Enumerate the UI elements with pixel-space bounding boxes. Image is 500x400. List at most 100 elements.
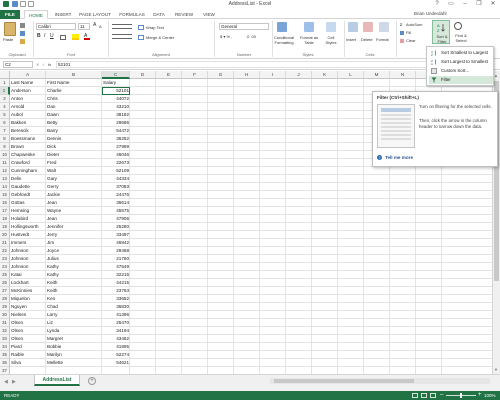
row-header[interactable]: 17: [0, 207, 10, 215]
row-header[interactable]: 25: [0, 271, 10, 279]
wrap-text-button[interactable]: Wrap Text: [146, 25, 164, 30]
italic-button[interactable]: I: [44, 34, 45, 39]
insert-function-button[interactable]: fx: [48, 62, 51, 67]
salary-cell[interactable]: 43210: [102, 103, 130, 111]
clear-icon[interactable]: [400, 39, 404, 43]
row-header[interactable]: 4: [0, 103, 10, 111]
salary-cell[interactable]: 41895: [102, 343, 130, 351]
salary-cell[interactable]: 25470: [102, 319, 130, 327]
last-name-cell[interactable]: Olson: [10, 335, 46, 343]
last-name-cell[interactable]: Olson: [10, 319, 46, 327]
row-header[interactable]: 32: [0, 327, 10, 335]
tab-page-layout[interactable]: PAGE LAYOUT: [77, 10, 113, 19]
zoom-in-icon[interactable]: +: [478, 391, 482, 400]
header-cell[interactable]: Last Name: [10, 79, 46, 87]
help-button[interactable]: ?: [430, 0, 444, 8]
first-name-cell[interactable]: Charlie: [46, 87, 102, 95]
user-name[interactable]: Brian Underdahl: [414, 11, 447, 16]
last-name-cell[interactable]: Gebhardt: [10, 191, 46, 199]
salary-cell[interactable]: 33497: [102, 231, 130, 239]
first-name-cell[interactable]: Lynda: [46, 327, 102, 335]
first-name-cell[interactable]: Kathy: [46, 271, 102, 279]
first-name-cell[interactable]: Jerry: [46, 231, 102, 239]
first-name-cell[interactable]: Fred: [46, 159, 102, 167]
salary-cell[interactable]: 43462: [102, 335, 130, 343]
row-header[interactable]: 36: [0, 359, 10, 367]
first-name-cell[interactable]: Barry: [46, 127, 102, 135]
header-cell[interactable]: First Name: [46, 79, 102, 87]
last-name-cell[interactable]: Gaudette: [10, 183, 46, 191]
font-size-select[interactable]: 11: [78, 23, 90, 30]
row-header[interactable]: 18: [0, 215, 10, 223]
last-name-cell[interactable]: Nielsen: [10, 311, 46, 319]
underline-button[interactable]: U: [50, 34, 54, 39]
font-color-icon[interactable]: A: [84, 34, 90, 40]
row-header[interactable]: 30: [0, 311, 10, 319]
column-header[interactable]: C: [102, 71, 130, 79]
paste-icon[interactable]: [4, 22, 16, 36]
sheet-tab-addresslist[interactable]: AddressList: [34, 375, 80, 386]
salary-cell[interactable]: 24476: [102, 191, 130, 199]
row-header[interactable]: 5: [0, 111, 10, 119]
first-name-cell[interactable]: Walt: [46, 167, 102, 175]
salary-cell[interactable]: 54621: [102, 359, 130, 367]
column-header[interactable]: J: [286, 71, 312, 79]
last-name-cell[interactable]: Holabird: [10, 215, 46, 223]
salary-cell[interactable]: 44334: [102, 175, 130, 183]
first-name-cell[interactable]: Keith: [46, 287, 102, 295]
salary-cell[interactable]: 52109: [102, 167, 130, 175]
horizontal-scrollbar[interactable]: [270, 378, 490, 384]
salary-cell[interactable]: 29468: [102, 247, 130, 255]
first-name-cell[interactable]: Jean: [46, 215, 102, 223]
first-name-cell[interactable]: Jennifer: [46, 223, 102, 231]
salary-cell[interactable]: 47906: [102, 215, 130, 223]
row-header[interactable]: 21: [0, 239, 10, 247]
grow-font-icon[interactable]: A: [93, 23, 96, 28]
last-name-cell[interactable]: Hustvedt: [10, 231, 46, 239]
first-name-cell[interactable]: Dennis: [46, 135, 102, 143]
copy-icon[interactable]: [20, 31, 25, 36]
last-name-cell[interactable]: Johnson: [10, 263, 46, 271]
first-name-cell[interactable]: Gerry: [46, 183, 102, 191]
menu-item-custom-sort[interactable]: Custom Sort...: [429, 67, 493, 75]
row-header[interactable]: 24: [0, 263, 10, 271]
menu-item-sort-ascending[interactable]: AZ Sort Smallest to Largest: [429, 49, 493, 57]
tab-home[interactable]: HOME: [24, 10, 48, 19]
help-icon[interactable]: ?: [377, 155, 382, 160]
ribbon-options-button[interactable]: ▭: [444, 0, 458, 8]
first-name-cell[interactable]: Jean: [46, 199, 102, 207]
column-header[interactable]: D: [130, 71, 156, 79]
last-name-cell[interactable]: Cunningham: [10, 167, 46, 175]
first-name-cell[interactable]: Marilyn: [46, 351, 102, 359]
format-cells-button[interactable]: Format: [376, 37, 389, 42]
first-name-cell[interactable]: Gary: [46, 175, 102, 183]
save-icon[interactable]: [12, 1, 18, 7]
column-header[interactable]: A: [10, 71, 46, 79]
row-header[interactable]: 22: [0, 247, 10, 255]
row-header[interactable]: 12: [0, 167, 10, 175]
align-left-icon[interactable]: [112, 34, 132, 39]
column-header[interactable]: F: [182, 71, 208, 79]
font-name-select[interactable]: Calibri: [36, 23, 76, 30]
number-format-select[interactable]: General: [219, 23, 269, 30]
salary-cell[interactable]: 21760: [102, 255, 130, 263]
column-header[interactable]: E: [156, 71, 182, 79]
last-name-cell[interactable]: Brown: [10, 143, 46, 151]
salary-cell[interactable]: 46046: [102, 151, 130, 159]
last-name-cell[interactable]: Nguyen: [10, 303, 46, 311]
last-name-cell[interactable]: Berescik: [10, 127, 46, 135]
first-name-cell[interactable]: Julius: [46, 255, 102, 263]
page-layout-view-icon[interactable]: [421, 393, 427, 398]
row-header[interactable]: 13: [0, 175, 10, 183]
first-name-cell[interactable]: Larry: [46, 311, 102, 319]
scroll-down-icon[interactable]: ▼: [494, 367, 498, 372]
first-name-cell[interactable]: Kathy: [46, 263, 102, 271]
salary-cell[interactable]: 27989: [102, 143, 130, 151]
find-select-button[interactable]: Find & Select: [452, 33, 470, 43]
tell-me-more-link[interactable]: Tell me more: [385, 155, 413, 160]
fill-button[interactable]: Fill: [406, 30, 411, 35]
salary-cell[interactable]: 44215: [102, 279, 130, 287]
row-header[interactable]: 27: [0, 287, 10, 295]
salary-cell[interactable]: 37083: [102, 183, 130, 191]
row-header[interactable]: 6: [0, 119, 10, 127]
